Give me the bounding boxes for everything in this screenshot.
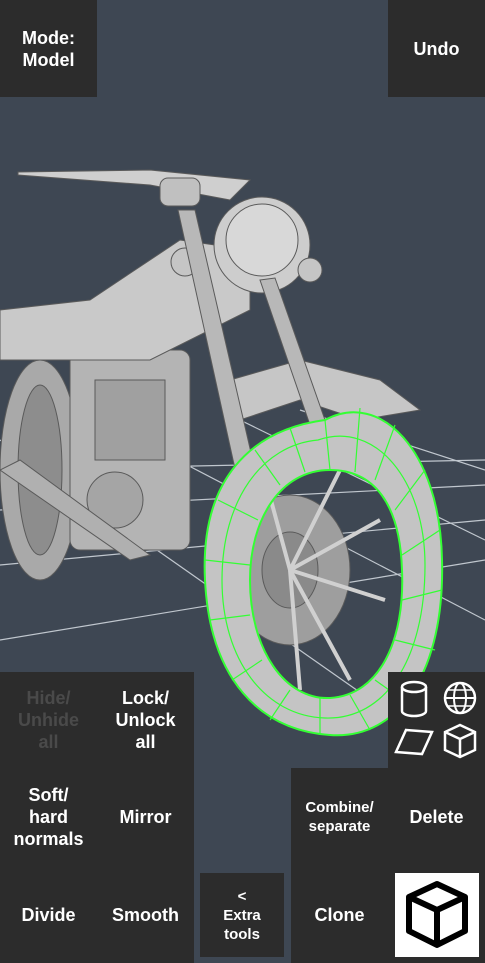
3d-view-button[interactable]: [388, 866, 485, 963]
combine-separate-button[interactable]: Combine/ separate: [291, 768, 388, 866]
hide-unhide-all-button[interactable]: Hide/ Unhide all: [0, 672, 97, 768]
undo-button[interactable]: Undo: [388, 0, 485, 97]
plane-icon[interactable]: [394, 726, 434, 758]
primitives-panel: [388, 672, 485, 768]
smooth-button[interactable]: Smooth: [97, 866, 194, 963]
extra-tools-button[interactable]: < Extra tools: [200, 873, 284, 957]
sphere-icon[interactable]: [442, 680, 478, 716]
cylinder-icon[interactable]: [396, 680, 432, 718]
mode-button[interactable]: Mode: Model: [0, 0, 97, 97]
divide-button[interactable]: Divide: [0, 866, 97, 963]
soft-hard-normals-button[interactable]: Soft/ hard normals: [0, 768, 97, 866]
view-cube-icon: [394, 872, 479, 957]
delete-button[interactable]: Delete: [388, 768, 485, 866]
clone-button[interactable]: Clone: [291, 866, 388, 963]
cube-icon[interactable]: [442, 722, 478, 760]
lock-unlock-all-button[interactable]: Lock/ Unlock all: [97, 672, 194, 768]
mirror-button[interactable]: Mirror: [97, 768, 194, 866]
